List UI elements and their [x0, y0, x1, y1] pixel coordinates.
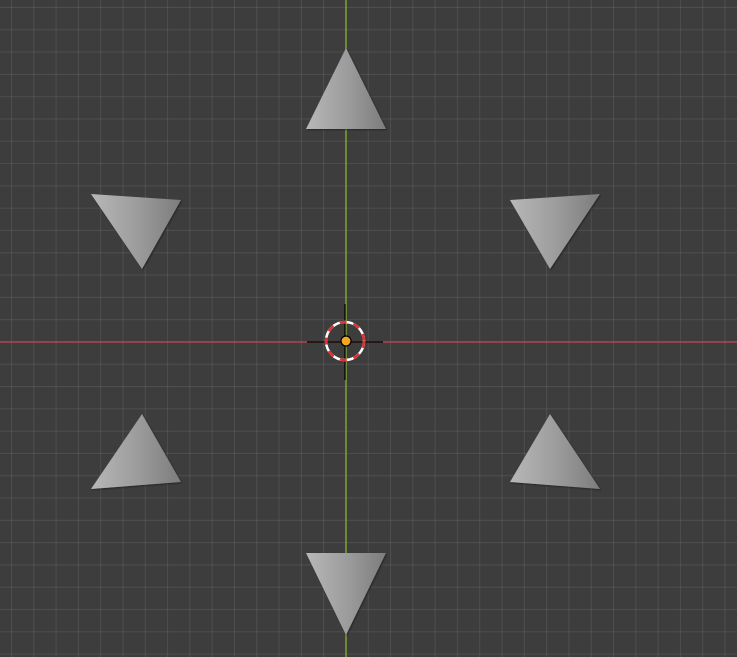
- cone-object-top[interactable]: [306, 48, 386, 129]
- cone-object-upper-right[interactable]: [510, 194, 600, 269]
- cone-object-lower-right[interactable]: [510, 414, 600, 489]
- viewport-scene[interactable]: [0, 0, 737, 657]
- cone-object-upper-left[interactable]: [91, 194, 181, 269]
- cone-object-bottom[interactable]: [306, 553, 386, 635]
- cone-icon: [306, 48, 386, 129]
- cone-icon: [510, 194, 600, 269]
- cone-icon: [306, 553, 386, 635]
- cone-icon: [510, 414, 600, 489]
- cone-object-lower-left[interactable]: [91, 414, 181, 489]
- origin-dot-icon: [340, 335, 352, 347]
- 3d-viewport[interactable]: [0, 0, 737, 657]
- cone-icon: [91, 194, 181, 269]
- cone-icon: [91, 414, 181, 489]
